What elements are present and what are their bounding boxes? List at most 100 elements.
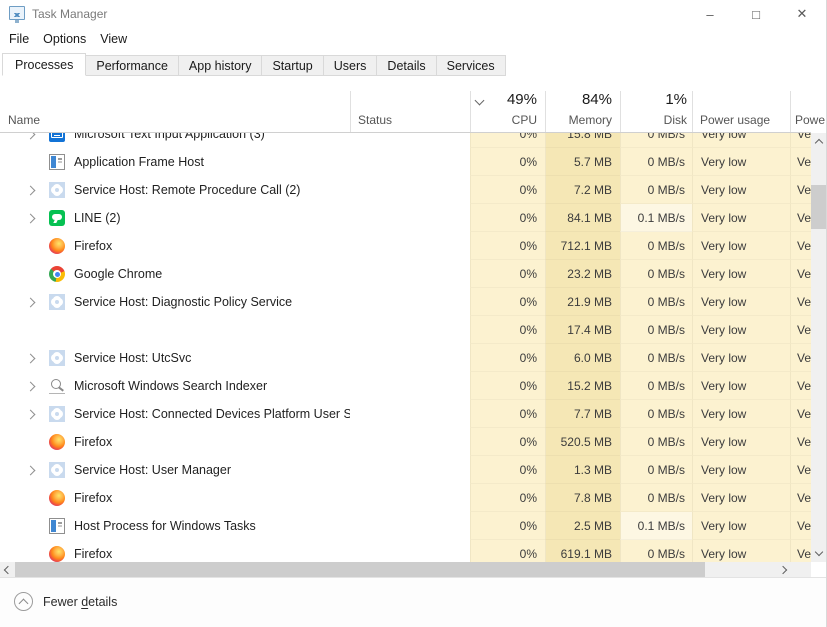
process-row[interactable]: LINE (2) 0% 84.1 MB 0.1 MB/s Very low Ve [0, 204, 811, 232]
process-row[interactable]: Service Host: User Manager 0% 1.3 MB 0 M… [0, 456, 811, 484]
process-name: Microsoft Text Input Application (3) [74, 133, 265, 148]
column-header-status[interactable]: Status [358, 113, 392, 127]
disk-cell: 0 MB/s [620, 316, 692, 344]
power-usage-cell: Very low [692, 512, 790, 540]
menu-item-file[interactable]: File [9, 32, 29, 46]
column-separator[interactable] [790, 91, 791, 132]
sort-descending-icon [475, 96, 485, 106]
task-manager-window: Task Manager –□✕ File Options View Process… [0, 0, 827, 627]
expand-chevron-icon[interactable] [26, 185, 36, 195]
disk-cell: 0 MB/s [620, 400, 692, 428]
task-manager-app-icon [9, 6, 25, 20]
scroll-left-button[interactable] [0, 562, 15, 577]
process-row[interactable]: Service Host: Diagnostic Policy Service … [0, 288, 811, 316]
horizontal-scrollbar[interactable] [0, 562, 811, 577]
power-usage-cell: Very low [692, 288, 790, 316]
tab-services[interactable]: Services [437, 55, 506, 76]
process-name: Firefox [74, 232, 112, 260]
tab-performance[interactable]: Performance [86, 55, 179, 76]
column-header-name[interactable]: Name [8, 113, 40, 127]
process-row[interactable]: Firefox 0% 619.1 MB 0 MB/s Very low Ve [0, 540, 811, 562]
column-header-disk[interactable]: Disk [660, 113, 687, 127]
process-row[interactable]: Firefox 0% 7.8 MB 0 MB/s Very low Ve [0, 484, 811, 512]
power-trend-cell: Ve [790, 428, 811, 456]
expand-chevron-icon[interactable] [26, 353, 36, 363]
horizontal-scrollbar-thumb[interactable] [15, 562, 705, 577]
cpu-cell: 0% [470, 484, 545, 512]
scroll-down-button[interactable] [811, 545, 827, 562]
tab-startup[interactable]: Startup [262, 55, 323, 76]
firefox-icon [49, 434, 65, 450]
status-cell [350, 540, 470, 562]
tab-processes[interactable]: Processes [2, 53, 86, 76]
maximize-button[interactable]: □ [733, 0, 779, 28]
power-trend-cell: Ve [790, 133, 811, 148]
tab-users[interactable]: Users [324, 55, 378, 76]
column-separator[interactable] [545, 91, 546, 132]
menu-item-view[interactable]: View [100, 32, 127, 46]
process-row[interactable]: Service Host: Remote Procedure Call (2) … [0, 176, 811, 204]
column-header-cpu[interactable]: CPU [510, 113, 537, 127]
titlebar: Task Manager –□✕ [0, 0, 826, 28]
scroll-up-button[interactable] [811, 133, 827, 150]
process-row[interactable]: Firefox 0% 712.1 MB 0 MB/s Very low Ve [0, 232, 811, 260]
vertical-scrollbar-thumb[interactable] [811, 185, 827, 229]
tab-details[interactable]: Details [377, 55, 436, 76]
memory-cell: 6.0 MB [545, 344, 620, 372]
expand-chevron-icon[interactable] [26, 381, 36, 391]
expand-chevron-icon[interactable] [26, 409, 36, 419]
expand-chevron-icon[interactable] [26, 133, 36, 139]
power-trend-cell: Ve [790, 288, 811, 316]
disk-cell: 0 MB/s [620, 456, 692, 484]
expand-chevron-icon[interactable] [26, 465, 36, 475]
column-header-memory[interactable]: Memory [562, 113, 612, 127]
expand-chevron-icon[interactable] [26, 213, 36, 223]
fewer-details-toggle[interactable]: Fewer details [14, 592, 117, 611]
disk-cell: 0 MB/s [620, 176, 692, 204]
chevron-down-icon [815, 548, 823, 556]
power-trend-cell: Ve [790, 204, 811, 232]
window-icon [49, 518, 65, 534]
process-row[interactable]: Microsoft Windows Search Indexer 0% 15.2… [0, 372, 811, 400]
process-row[interactable]: Firefox 0% 520.5 MB 0 MB/s Very low Ve [0, 428, 811, 456]
column-separator[interactable] [350, 91, 351, 132]
column-separator[interactable] [470, 91, 471, 132]
process-row[interactable]: Microsoft Text Input Application (3) 0% … [0, 133, 811, 148]
process-row[interactable]: Service Host: UtcSvc 0% 6.0 MB 0 MB/s Ve… [0, 344, 811, 372]
column-separator[interactable] [620, 91, 621, 132]
expand-chevron-icon[interactable] [26, 297, 36, 307]
power-usage-cell: Very low [692, 204, 790, 232]
power-usage-cell: Very low [692, 372, 790, 400]
tab-app-history[interactable]: App history [179, 55, 263, 76]
disk-cell: 0 MB/s [620, 133, 692, 148]
disk-cell: 0 MB/s [620, 484, 692, 512]
disk-cell: 0 MB/s [620, 148, 692, 176]
power-trend-cell: Ve [790, 232, 811, 260]
process-row[interactable]: Host Process for Windows Tasks 0% 2.5 MB… [0, 512, 811, 540]
scroll-right-button[interactable] [778, 562, 793, 577]
process-row[interactable]: Google Chrome 0% 23.2 MB 0 MB/s Very low… [0, 260, 811, 288]
process-row[interactable]: 0% 17.4 MB 0 MB/s Very low Ve [0, 316, 811, 344]
close-button[interactable]: ✕ [779, 0, 825, 28]
memory-cell: 712.1 MB [545, 232, 620, 260]
memory-cell: 619.1 MB [545, 540, 620, 562]
process-name: Service Host: Diagnostic Policy Service [74, 288, 292, 316]
process-name: Application Frame Host [74, 148, 204, 176]
menu-item-options[interactable]: Options [43, 32, 86, 46]
memory-cell: 23.2 MB [545, 260, 620, 288]
power-trend-cell: Ve [790, 400, 811, 428]
process-row[interactable]: Application Frame Host 0% 5.7 MB 0 MB/s … [0, 148, 811, 176]
vertical-scrollbar[interactable] [811, 133, 827, 562]
cpu-cell: 0% [470, 456, 545, 484]
cpu-cell: 0% [470, 316, 545, 344]
process-row[interactable]: Service Host: Connected Devices Platform… [0, 400, 811, 428]
status-cell [350, 288, 470, 316]
column-separator[interactable] [692, 91, 693, 132]
minimize-button[interactable]: – [687, 0, 733, 28]
cpu-cell: 0% [470, 133, 545, 148]
cpu-cell: 0% [470, 260, 545, 288]
column-header-power-usage[interactable]: Power usage [700, 113, 770, 127]
power-trend-cell: Ve [790, 372, 811, 400]
column-header-power-trend[interactable]: Powe [795, 113, 825, 127]
disk-cell: 0 MB/s [620, 260, 692, 288]
